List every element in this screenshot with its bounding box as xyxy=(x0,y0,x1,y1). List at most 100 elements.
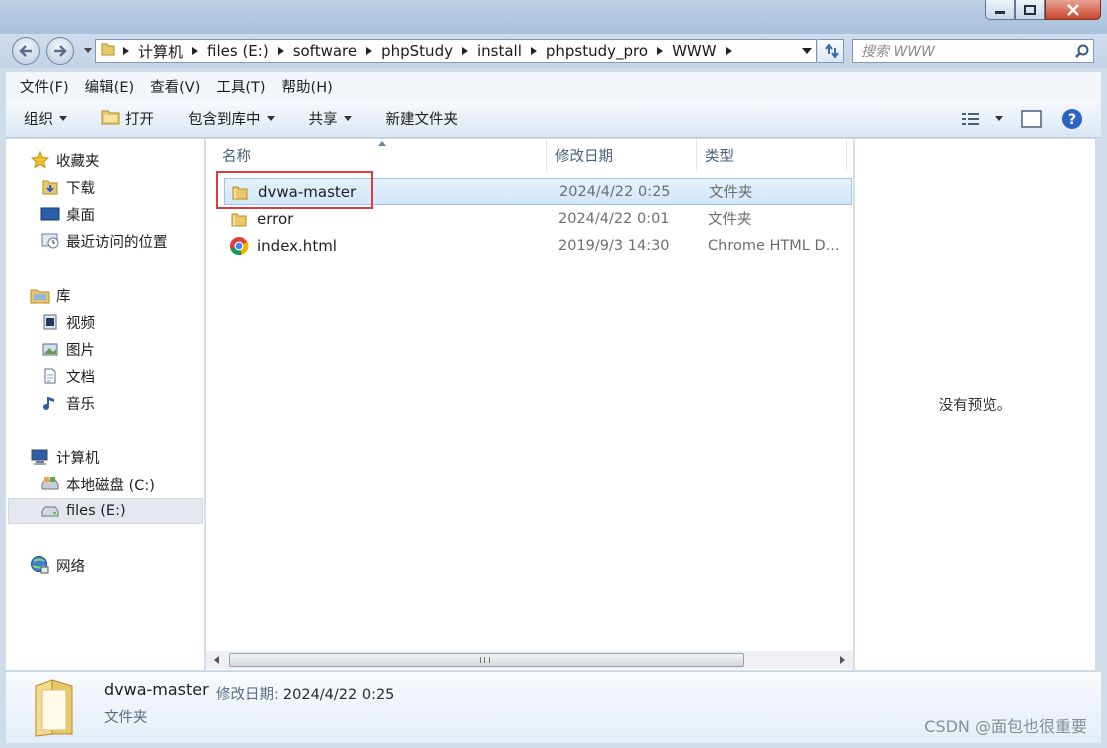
organize-button[interactable]: 组织 xyxy=(24,108,67,129)
video-library-icon xyxy=(40,312,60,332)
forward-arrow-icon xyxy=(54,45,67,57)
column-header-date[interactable]: 修改日期 xyxy=(547,139,697,171)
selected-item-name: dvwa-master xyxy=(104,680,209,699)
file-type: 文件夹 xyxy=(709,185,753,201)
menu-tools[interactable]: 工具(T) xyxy=(208,76,273,97)
scrollbar-thumb[interactable] xyxy=(229,653,744,667)
nav-network[interactable]: 网络 xyxy=(30,552,200,578)
breadcrumb-arrow-icon[interactable] xyxy=(363,47,375,55)
grip-icon xyxy=(480,657,490,663)
scroll-left-icon[interactable] xyxy=(214,656,219,664)
nav-drive-e-label: files (E:) xyxy=(66,503,126,519)
nav-favorites[interactable]: 收藏夹 xyxy=(30,147,200,173)
menu-file[interactable]: 文件(F) xyxy=(12,76,77,97)
file-date: 2019/9/3 14:30 xyxy=(558,237,670,254)
view-controls: ? xyxy=(961,100,1101,138)
date-modified-value: 2024/4/22 0:25 xyxy=(282,687,395,703)
maximize-button[interactable] xyxy=(1015,0,1045,20)
open-button[interactable]: 打开 xyxy=(101,108,154,130)
refresh-button[interactable] xyxy=(818,39,844,63)
column-headers: 名称 修改日期 类型 xyxy=(206,139,853,171)
date-modified-label: 修改日期: xyxy=(216,687,279,703)
maximize-icon xyxy=(1024,4,1036,15)
breadcrumb-arrow-icon[interactable] xyxy=(723,47,735,55)
menu-view[interactable]: 查看(V) xyxy=(142,76,208,97)
recent-pages-chevron-icon[interactable] xyxy=(84,48,92,54)
nav-libraries[interactable]: 库 xyxy=(30,282,200,308)
open-folder-icon xyxy=(101,108,121,130)
breadcrumb-arrow-icon[interactable] xyxy=(459,47,471,55)
breadcrumb-item[interactable]: phpStudy xyxy=(375,42,459,60)
search-box[interactable]: 搜索 WWW xyxy=(852,39,1094,63)
nav-music[interactable]: 音乐 xyxy=(40,390,200,416)
minimize-button[interactable] xyxy=(985,0,1015,20)
document-library-icon xyxy=(40,366,60,386)
column-header-name[interactable]: 名称 xyxy=(206,139,547,171)
file-type: 文件夹 xyxy=(708,212,752,228)
chevron-down-icon xyxy=(266,116,275,121)
selected-item-type: 文件夹 xyxy=(104,710,148,726)
folder-icon xyxy=(96,41,120,61)
breadcrumb-item[interactable]: install xyxy=(471,42,528,60)
forward-button[interactable] xyxy=(46,37,74,65)
refresh-icon xyxy=(824,44,839,58)
back-button[interactable] xyxy=(12,37,40,65)
include-in-library-button[interactable]: 包含到库中 xyxy=(188,108,275,129)
menu-help[interactable]: 帮助(H) xyxy=(274,76,341,97)
nav-drive-c[interactable]: 本地磁盘 (C:) xyxy=(40,471,200,497)
preview-pane-icon xyxy=(1021,110,1042,128)
breadcrumb-arrow-icon[interactable] xyxy=(528,47,540,55)
details-pane: dvwa-master 修改日期: 2024/4/22 0:25 文件夹 CSDN… xyxy=(6,671,1101,743)
breadcrumb-item[interactable]: 计算机 xyxy=(132,41,189,62)
nav-desktop[interactable]: 桌面 xyxy=(40,201,200,227)
nav-computer[interactable]: 计算机 xyxy=(30,444,200,470)
horizontal-scrollbar[interactable] xyxy=(206,651,853,669)
share-label: 共享 xyxy=(308,112,338,128)
close-icon xyxy=(1067,3,1079,16)
nav-recent-places[interactable]: 最近访问的位置 xyxy=(40,228,200,254)
nav-pictures-label: 图片 xyxy=(66,342,95,359)
menu-edit[interactable]: 编辑(E) xyxy=(77,76,142,97)
search-icon[interactable] xyxy=(1071,44,1093,58)
address-bar[interactable]: 计算机 files (E:) software phpStudy install… xyxy=(95,39,817,63)
breadcrumb-arrow-icon[interactable] xyxy=(654,47,666,55)
help-button[interactable]: ? xyxy=(1061,108,1083,130)
breadcrumb-arrow-icon[interactable] xyxy=(120,47,132,55)
file-name: index.html xyxy=(257,236,337,255)
large-folder-icon xyxy=(32,678,78,742)
scroll-right-icon[interactable] xyxy=(840,656,845,664)
drive-icon xyxy=(40,501,60,521)
search-input[interactable]: 搜索 WWW xyxy=(853,41,1071,61)
navigation-pane: 收藏夹 下载 桌面 最近访问的位置 库 视频 图片 文档 音乐 计算机 本地磁盘… xyxy=(6,139,205,670)
share-button[interactable]: 共享 xyxy=(309,108,352,129)
breadcrumb-arrow-icon[interactable] xyxy=(275,47,287,55)
nav-documents[interactable]: 文档 xyxy=(40,363,200,389)
folder-icon xyxy=(228,210,250,228)
breadcrumb-item[interactable]: phpstudy_pro xyxy=(540,42,654,60)
nav-downloads[interactable]: 下载 xyxy=(40,174,200,200)
nav-desktop-label: 桌面 xyxy=(66,207,95,224)
breadcrumb-item[interactable]: software xyxy=(287,42,363,60)
file-row-error[interactable]: error 2024/4/22 0:01 文件夹 xyxy=(224,205,852,232)
chevron-down-icon xyxy=(59,116,67,121)
view-options-button[interactable] xyxy=(961,111,1003,127)
close-button[interactable] xyxy=(1045,0,1101,20)
new-folder-button[interactable]: 新建文件夹 xyxy=(386,108,459,129)
nav-music-label: 音乐 xyxy=(66,396,95,413)
nav-pictures[interactable]: 图片 xyxy=(40,336,200,362)
menu-bar: 文件(F) 编辑(E) 查看(V) 工具(T) 帮助(H) xyxy=(6,72,1101,100)
nav-libraries-label: 库 xyxy=(56,288,71,305)
address-history-chevron-icon[interactable] xyxy=(802,48,812,54)
breadcrumb-item[interactable]: files (E:) xyxy=(201,42,275,60)
file-row-index-html[interactable]: index.html 2019/9/3 14:30 Chrome HTML D.… xyxy=(224,232,852,259)
star-icon xyxy=(30,150,50,170)
nav-videos-label: 视频 xyxy=(66,315,95,332)
nav-drive-e[interactable]: files (E:) xyxy=(8,498,203,524)
breadcrumb-arrow-icon[interactable] xyxy=(189,47,201,55)
preview-pane-button[interactable] xyxy=(1021,110,1043,128)
open-label: 打开 xyxy=(125,112,154,128)
breadcrumb-item[interactable]: WWW xyxy=(666,42,723,60)
nav-videos[interactable]: 视频 xyxy=(40,309,200,335)
command-bar: 组织 打开 包含到库中 共享 新建文件夹 ? xyxy=(6,100,1101,138)
column-header-type[interactable]: 类型 xyxy=(697,139,847,171)
